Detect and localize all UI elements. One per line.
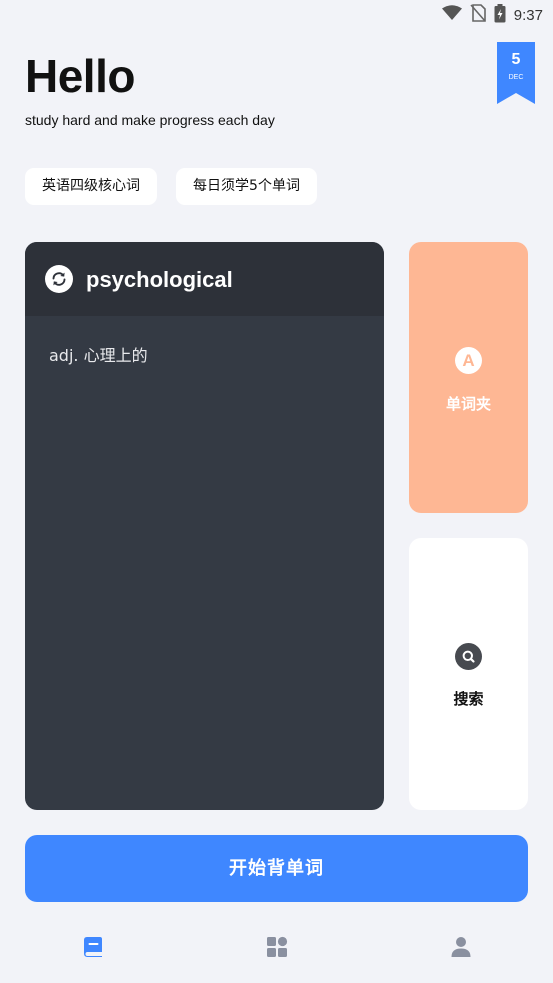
bottom-nav	[0, 925, 553, 975]
search-label: 搜索	[453, 690, 484, 708]
date-month: DEC	[508, 74, 524, 81]
nav-apps-tab[interactable]	[265, 935, 289, 959]
no-sim-icon	[470, 4, 486, 26]
page-title: Hello	[25, 50, 135, 102]
word-folder-card[interactable]: A 单词夹	[409, 242, 528, 513]
page-subtitle: study hard and make progress each day	[25, 112, 275, 128]
nav-learn-tab[interactable]	[81, 935, 105, 959]
word-text: psychological	[86, 267, 233, 292]
daily-goal-chip[interactable]: 每日须学5个单词	[176, 168, 317, 205]
refresh-button[interactable]	[45, 265, 73, 293]
grid-icon	[267, 936, 288, 957]
date-badge: 5 DEC	[497, 42, 535, 104]
word-card[interactable]: psychological adj. 心理上的	[25, 242, 384, 810]
word-card-header: psychological	[25, 242, 384, 316]
status-icons: 9:37	[441, 3, 543, 27]
person-icon	[451, 937, 471, 957]
search-icon	[455, 643, 482, 670]
battery-charging-icon	[494, 3, 506, 27]
word-folder-label: 单词夹	[445, 395, 491, 413]
wordbook-chip[interactable]: 英语四级核心词	[25, 168, 157, 205]
date-day: 5	[511, 51, 521, 68]
word-definition: adj. 心理上的	[49, 346, 148, 365]
wifi-icon	[441, 5, 462, 25]
book-icon	[84, 937, 102, 957]
status-time: 9:37	[513, 6, 543, 24]
nav-profile-tab[interactable]	[449, 935, 473, 959]
start-learning-button[interactable]: 开始背单词	[25, 835, 528, 902]
refresh-icon	[52, 272, 66, 286]
letter-a-icon: A	[455, 347, 482, 374]
search-card[interactable]: 搜索	[409, 538, 528, 810]
status-bar: 9:37	[0, 0, 553, 30]
